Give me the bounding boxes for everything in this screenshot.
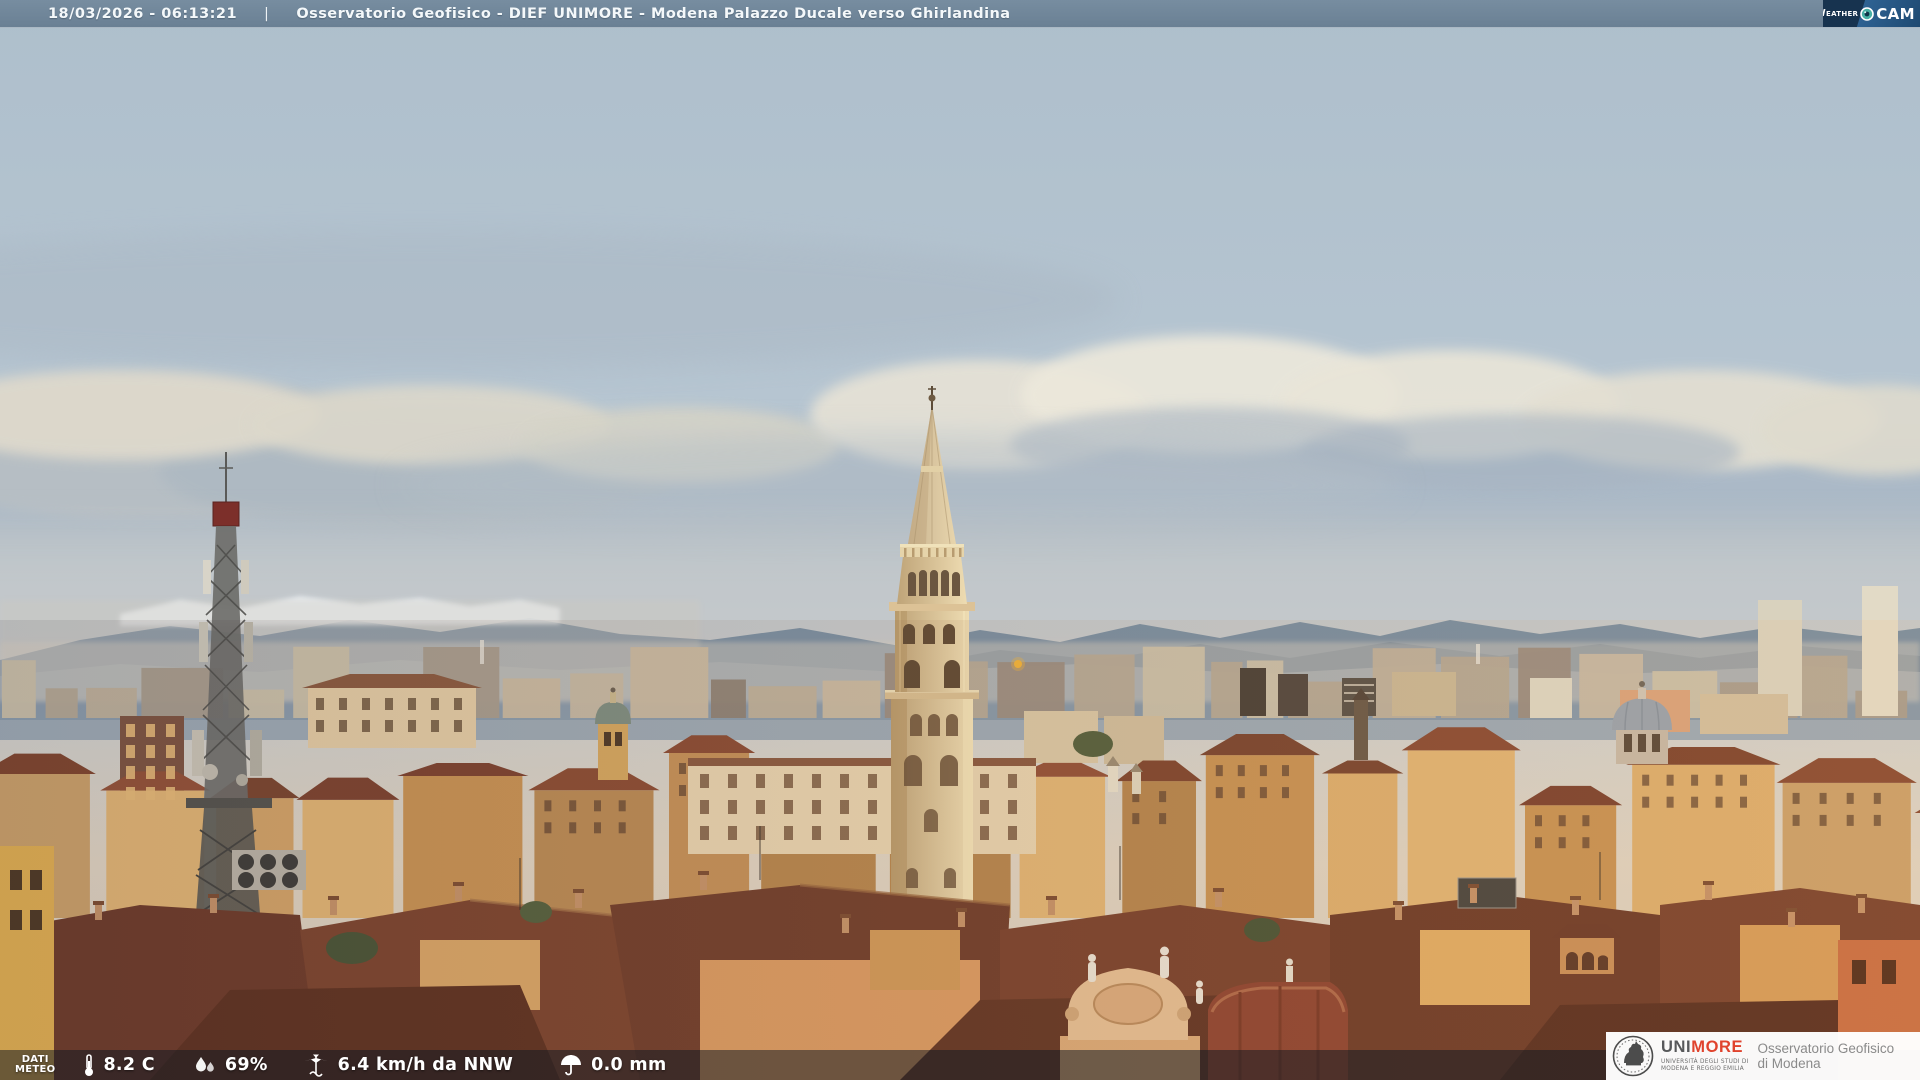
brand-more: MORE [1691, 1038, 1744, 1057]
camera-title: Osservatorio Geofisico - DIEF UNIMORE - … [296, 5, 1011, 22]
weathercam-cam: CAM [1876, 4, 1915, 23]
timestamp: 18/03/2026 - 06:13:21 [48, 5, 238, 22]
webcam-viewport: 18/03/2026 - 06:13:21 | Osservatorio Geo… [0, 0, 1920, 1080]
precipitation-reading: 0.0 mm [559, 1054, 666, 1076]
unimore-seal-icon [1612, 1035, 1654, 1077]
unimore-logo[interactable]: UNIMORE UNIVERSITÀ DEGLI STUDI DI MODENA… [1606, 1032, 1920, 1080]
thermometer-icon [85, 1054, 94, 1076]
wind-reading: 6.4 km/h da NNW [302, 1053, 513, 1077]
brand-uni: UNI [1661, 1038, 1692, 1057]
humidity-drops-icon [195, 1057, 214, 1072]
cityscape-photo [0, 0, 1920, 1080]
separator: | [264, 5, 270, 22]
temperature-reading: 8.2 C [83, 1053, 155, 1077]
brand-subtitle: UNIVERSITÀ DEGLI STUDI DI MODENA E REGGI… [1661, 1058, 1749, 1072]
observatory-name: Osservatorio Geofisico di Modena [1757, 1040, 1895, 1072]
wind-vane-icon [304, 1054, 327, 1077]
umbrella-icon [561, 1055, 582, 1076]
weathercam-word: Weather [1823, 8, 1859, 19]
camera-lens-icon [1860, 6, 1875, 21]
sunrise-light-wash [0, 620, 1920, 1080]
humidity-reading: 69% [193, 1054, 268, 1076]
status-bar: 18/03/2026 - 06:13:21 | Osservatorio Geo… [0, 0, 1920, 28]
weathercam-logo[interactable]: Weather CAM [1823, 0, 1920, 27]
unimore-wordmark: UNIMORE UNIVERSITÀ DEGLI STUDI DI MODENA… [1661, 1039, 1749, 1073]
weather-label: DATI METEO [15, 1053, 56, 1075]
